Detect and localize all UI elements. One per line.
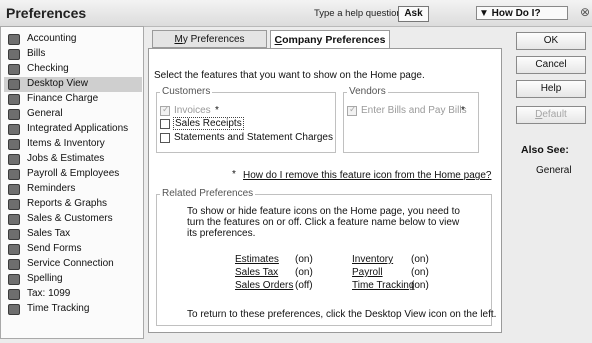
related-legend: Related Preferences bbox=[160, 188, 256, 199]
general-icon bbox=[8, 109, 20, 120]
sidebar-item-desktop-view[interactable]: Desktop View bbox=[4, 77, 142, 92]
invoices-checkbox bbox=[160, 104, 170, 116]
sidebar-item-service-connection[interactable]: Service Connection bbox=[4, 257, 142, 272]
time-tracking-link[interactable]: Time Tracking bbox=[352, 280, 414, 291]
cancel-button[interactable]: Cancel bbox=[516, 56, 586, 74]
reports-graphs-icon bbox=[8, 199, 20, 210]
also-see-general-link[interactable]: General bbox=[536, 165, 572, 176]
statements-label[interactable]: Statements and Statement Charges bbox=[174, 132, 333, 143]
items-inventory-icon bbox=[8, 139, 20, 150]
related-text-line-2: turn the features on or off. Click a fea… bbox=[187, 217, 460, 228]
estimates-link[interactable]: Estimates bbox=[235, 254, 279, 265]
reminders-icon bbox=[8, 184, 20, 195]
bills-asterisk: * bbox=[461, 105, 465, 116]
sidebar-item-items-inventory[interactable]: Items & Inventory bbox=[4, 137, 142, 152]
sidebar-item-sales-tax[interactable]: Sales Tax bbox=[4, 227, 142, 242]
bills-label: Enter Bills and Pay Bills bbox=[361, 105, 467, 116]
sidebar-item-spelling[interactable]: Spelling bbox=[4, 272, 142, 287]
return-instruction-text: To return to these preferences, click th… bbox=[187, 309, 497, 320]
remove-icon-help-link[interactable]: How do I remove this feature icon from t… bbox=[243, 170, 491, 181]
sales-receipts-label[interactable]: Sales Receipts bbox=[173, 117, 244, 130]
sidebar-item-integrated-applications[interactable]: Integrated Applications bbox=[4, 122, 142, 137]
time-tracking-icon bbox=[8, 304, 20, 315]
service-connection-icon bbox=[8, 259, 20, 270]
default-button: Default bbox=[516, 106, 586, 124]
invoices-asterisk: * bbox=[215, 105, 219, 116]
customers-legend: Customers bbox=[160, 86, 213, 97]
instruction-text: Select the features that you want to sho… bbox=[154, 70, 425, 81]
sales-customers-icon bbox=[8, 214, 20, 225]
window-title: Preferences bbox=[6, 5, 87, 21]
sidebar-item-checking[interactable]: Checking bbox=[4, 62, 142, 77]
inventory-status: (on) bbox=[411, 254, 429, 265]
sales-tax-link[interactable]: Sales Tax bbox=[235, 267, 278, 278]
sales-receipts-checkbox[interactable] bbox=[160, 119, 170, 129]
bills-checkbox bbox=[347, 104, 357, 116]
sales-tax-icon bbox=[8, 229, 20, 240]
inventory-link[interactable]: Inventory bbox=[352, 254, 393, 265]
vendors-legend: Vendors bbox=[347, 86, 388, 97]
sidebar-item-tax-1099[interactable]: Tax: 1099 bbox=[4, 287, 142, 302]
payroll-icon bbox=[8, 169, 20, 180]
finance-charge-icon bbox=[8, 94, 20, 105]
sidebar-item-reports-graphs[interactable]: Reports & Graphs bbox=[4, 197, 142, 212]
sidebar-item-payroll-employees[interactable]: Payroll & Employees bbox=[4, 167, 142, 182]
help-button[interactable]: Help bbox=[516, 80, 586, 98]
related-text-line-1: To show or hide feature icons on the Hom… bbox=[187, 206, 460, 217]
accounting-icon bbox=[8, 34, 20, 45]
desktop-view-icon bbox=[8, 79, 20, 90]
ask-button[interactable]: Ask bbox=[398, 6, 429, 22]
sidebar-item-bills[interactable]: Bills bbox=[4, 47, 142, 62]
ok-button[interactable]: OK bbox=[516, 32, 586, 50]
tax-1099-icon bbox=[8, 289, 20, 300]
integrated-applications-icon bbox=[8, 124, 20, 135]
how-do-i-dropdown[interactable]: ▼ How Do I? bbox=[476, 6, 568, 20]
payroll-status: (on) bbox=[411, 267, 429, 278]
statements-checkbox[interactable] bbox=[160, 133, 170, 143]
jobs-estimates-icon bbox=[8, 154, 20, 165]
vendors-group bbox=[343, 92, 479, 153]
preferences-panel: Select the features that you want to sho… bbox=[148, 48, 502, 333]
sidebar-item-reminders[interactable]: Reminders bbox=[4, 182, 142, 197]
payroll-link[interactable]: Payroll bbox=[352, 267, 383, 278]
sidebar-item-sales-customers[interactable]: Sales & Customers bbox=[4, 212, 142, 227]
tab-company-preferences[interactable]: Company Preferences bbox=[270, 30, 390, 49]
sales-orders-link[interactable]: Sales Orders bbox=[235, 280, 293, 291]
sidebar-item-jobs-estimates[interactable]: Jobs & Estimates bbox=[4, 152, 142, 167]
sidebar-item-accounting[interactable]: Accounting bbox=[4, 32, 142, 47]
sidebar-item-general[interactable]: General bbox=[4, 107, 142, 122]
spelling-icon bbox=[8, 274, 20, 285]
estimates-status: (on) bbox=[295, 254, 313, 265]
sidebar-item-time-tracking[interactable]: Time Tracking bbox=[4, 302, 142, 317]
help-question-label: Type a help question bbox=[314, 8, 402, 19]
sales-tax-status: (on) bbox=[295, 267, 313, 278]
checking-icon bbox=[8, 64, 20, 75]
sales-orders-status: (off) bbox=[295, 280, 313, 291]
related-text-line-3: its preferences. bbox=[187, 228, 256, 239]
preferences-category-list: Accounting Bills Checking Desktop View F… bbox=[0, 26, 144, 339]
remove-asterisk: * bbox=[232, 169, 236, 180]
send-forms-icon bbox=[8, 244, 20, 255]
close-icon[interactable]: ⊗ bbox=[580, 5, 590, 19]
invoices-label: Invoices bbox=[174, 105, 211, 116]
also-see-title: Also See: bbox=[521, 144, 569, 156]
sidebar-item-finance-charge[interactable]: Finance Charge bbox=[4, 92, 142, 107]
bills-icon bbox=[8, 49, 20, 60]
time-tracking-status: (on) bbox=[411, 280, 429, 291]
sidebar-item-send-forms[interactable]: Send Forms bbox=[4, 242, 142, 257]
tab-my-preferences[interactable]: My Preferences bbox=[152, 30, 267, 48]
